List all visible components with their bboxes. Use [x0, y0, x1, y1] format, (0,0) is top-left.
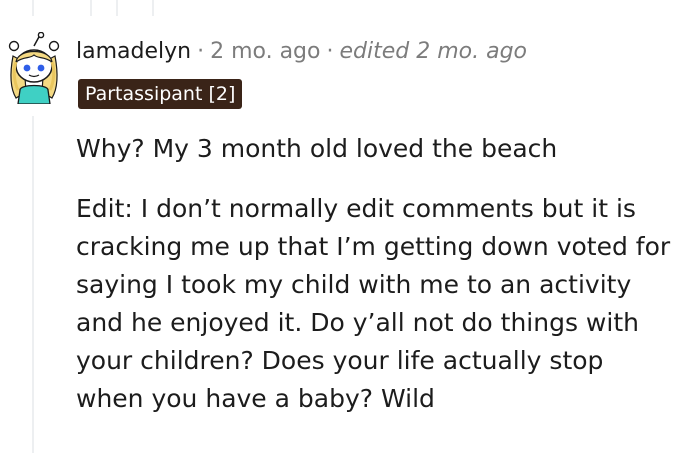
comment-line: your children? Does your life actually s… — [76, 346, 604, 375]
comment-paragraph: Edit: I don’t normally edit comments but… — [76, 190, 700, 418]
thread-line[interactable] — [32, 0, 34, 16]
username-link[interactable]: lamadelyn — [76, 39, 191, 64]
comment-line: and he enjoyed it. Do y’all not do thing… — [76, 308, 639, 337]
thread-line[interactable] — [116, 0, 118, 16]
comment-line: cracking me up that I’m getting down vot… — [76, 232, 671, 261]
comment-paragraph: Why? My 3 month old loved the beach — [76, 134, 558, 163]
comment-line: Edit: I don’t normally edit comments but… — [76, 194, 636, 223]
comment-thread-line[interactable] — [32, 116, 34, 453]
user-flair: Partassipant [2] — [78, 79, 243, 109]
thread-line[interactable] — [152, 0, 154, 16]
comment-thread: lamadelyn · 2 mo. ago · edited 2 mo. ago Par… — [0, 0, 700, 453]
comment-line: saying I took my child with me to an act… — [76, 270, 632, 299]
meta-separator: · — [326, 39, 334, 64]
snoo-avatar-icon[interactable] — [4, 31, 64, 105]
meta-separator: · — [197, 39, 205, 64]
posted-time[interactable]: 2 mo. ago — [210, 39, 320, 64]
comment-line: when you have a baby? Wild — [76, 384, 435, 413]
comment-meta: lamadelyn · 2 mo. ago · edited 2 mo. ago — [76, 38, 527, 66]
edited-label: edited 2 mo. ago — [339, 39, 527, 64]
thread-line[interactable] — [90, 0, 92, 16]
comment-body: Why? My 3 month old loved the beach Edit… — [76, 130, 700, 418]
